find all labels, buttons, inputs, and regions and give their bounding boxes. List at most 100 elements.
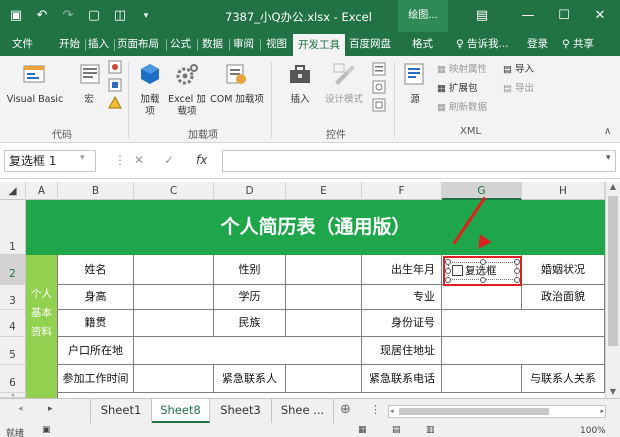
cell-e2[interactable] [286,255,362,285]
properties-icon[interactable] [372,62,386,76]
map-properties-button[interactable]: ▦ 映射属性 [437,64,487,76]
cell-f2[interactable]: 出生年月 [362,255,442,285]
cell-c5-e5[interactable] [134,337,362,365]
resize-handle[interactable] [514,268,520,274]
import-button[interactable]: ▤ 导入 [503,64,534,76]
resize-handle[interactable] [445,268,451,274]
cell-g3[interactable] [442,285,522,310]
cancel-icon[interactable]: ✕ [134,153,144,167]
design-mode-button[interactable]: 设计模式 [320,94,368,106]
new-icon[interactable]: ▢ [86,6,102,26]
tab-split-handle[interactable]: ⋮ [370,403,381,416]
resize-handle[interactable] [445,277,451,283]
column-header-d[interactable]: D [214,182,286,200]
page-layout-view-icon[interactable]: ▤ [392,425,401,435]
tab-insert[interactable]: 插入 [88,36,109,52]
cell-f6[interactable]: 紧急联系电话 [362,365,442,393]
normal-view-icon[interactable]: ▦ [358,425,367,435]
undo-icon[interactable]: ↶ [34,6,50,26]
resize-handle[interactable] [480,277,486,283]
cell-d3[interactable]: 学历 [214,285,286,310]
save-icon[interactable]: ▣ [8,6,24,26]
resize-handle[interactable] [514,259,520,265]
view-code-icon[interactable] [372,80,386,94]
enter-icon[interactable]: ✓ [164,153,174,167]
export-button[interactable]: ▤ 导出 [503,83,534,95]
scroll-up-icon[interactable]: ▲ [606,182,620,191]
column-header-a[interactable]: A [26,182,58,200]
sheet-tab-1[interactable]: Sheet1 [90,399,152,423]
maximize-button[interactable]: ☐ [544,0,584,32]
relative-reference-icon[interactable] [108,78,122,92]
cell-d2[interactable]: 性别 [214,255,286,285]
horizontal-scrollbar[interactable]: ◂ ▸ [388,405,606,418]
expand-formula-icon[interactable]: ▾ [606,153,611,163]
login-link[interactable]: 登录 [527,36,548,52]
com-addins-button[interactable]: COM 加载项 [208,94,266,106]
visual-basic-button[interactable]: Visual Basic [3,94,67,106]
row-header-1[interactable]: 1 [0,200,26,255]
cell-d6[interactable]: 紧急联系人 [214,365,286,393]
column-header-h[interactable]: H [522,182,605,200]
tab-baidu[interactable]: 百度网盘 [349,36,391,52]
scroll-left-icon[interactable]: ◂ [390,406,394,417]
cell-b6[interactable]: 参加工作时间 [58,365,134,393]
resize-handle[interactable] [514,277,520,283]
page-break-view-icon[interactable]: ▥ [426,425,435,435]
column-header-f[interactable]: F [362,182,442,200]
close-button[interactable]: ✕ [580,0,620,32]
cell-e6[interactable] [286,365,362,393]
ribbon-display-icon[interactable]: ▤ [462,0,502,32]
column-header-e[interactable]: E [286,182,362,200]
resume-banner-title[interactable]: 个人简历表（通用版） [26,200,605,255]
cell-b5[interactable]: 户口所在地 [58,337,134,365]
row-header-3[interactable]: 3 [0,285,26,310]
macro-security-icon[interactable] [108,95,122,110]
cell-b3[interactable]: 身高 [58,285,134,310]
worksheet-grid[interactable]: 个人简历表（通用版） 个人 基本 资料 姓名 性别 出生年月 婚姻状况 身高 学… [26,200,605,398]
redo-icon[interactable]: ↷ [60,6,76,26]
minimize-button[interactable]: — [508,0,548,32]
xml-source-button[interactable]: 源 [408,94,422,106]
sheet-tab-3[interactable]: Sheet3 [210,399,272,423]
row-header-4[interactable]: 4 [0,310,26,337]
row-header-6[interactable]: 6 [0,365,26,393]
cell-g5-h5[interactable] [442,337,605,365]
scroll-right-icon[interactable]: ▸ [600,406,604,417]
cell-b2[interactable]: 姓名 [58,255,134,285]
cell-c3[interactable] [134,285,214,310]
cell-d4[interactable]: 民族 [214,310,286,337]
record-macro-icon[interactable] [108,60,122,74]
row-header-5[interactable]: 5 [0,337,26,365]
tab-developer[interactable]: 开发工具 [293,34,345,56]
customize-qat-icon[interactable]: ▾ [138,6,154,26]
cell-e4[interactable] [286,310,362,337]
cell-f4[interactable]: 身份证号 [362,310,442,337]
tab-scroll-left-icon[interactable]: ◂ [18,404,23,414]
tab-review[interactable]: 审阅 [233,36,254,52]
macro-button[interactable]: 宏 [80,94,98,106]
cell-h3[interactable]: 政治面貌 [522,285,605,310]
add-sheet-button[interactable]: ⊕ [340,402,351,417]
tab-data[interactable]: 数据 [202,36,223,52]
resize-handle[interactable] [445,259,451,265]
print-preview-icon[interactable]: ◫ [112,6,128,26]
vertical-scrollbar[interactable]: ▲ ▼ [605,182,620,398]
excel-addins-button[interactable]: Excel 加载项 [168,94,206,118]
basic-info-side-label[interactable]: 个人 基本 资料 [26,255,58,398]
h-scroll-thumb[interactable] [399,408,549,415]
cell-g4-h4[interactable] [442,310,605,337]
tab-home[interactable]: 开始 [59,36,80,52]
select-all-corner[interactable]: ◢ [0,182,26,200]
tab-scroll-right-icon[interactable]: ▸ [48,404,53,414]
sheet-tab-4[interactable]: Shee ... [272,399,334,423]
sheet-tab-2[interactable]: Sheet8 [152,399,210,423]
run-dialog-icon[interactable] [372,98,386,112]
tab-formulas[interactable]: 公式 [170,36,191,52]
cell-b4[interactable]: 籍贯 [58,310,134,337]
refresh-data-button[interactable]: ▦ 刷新数据 [437,102,487,114]
macro-record-icon[interactable]: ▣ [42,425,51,435]
column-header-b[interactable]: B [58,182,134,200]
cell-h2[interactable]: 婚姻状况 [522,255,605,285]
insert-function-icon[interactable]: fx [196,153,207,167]
